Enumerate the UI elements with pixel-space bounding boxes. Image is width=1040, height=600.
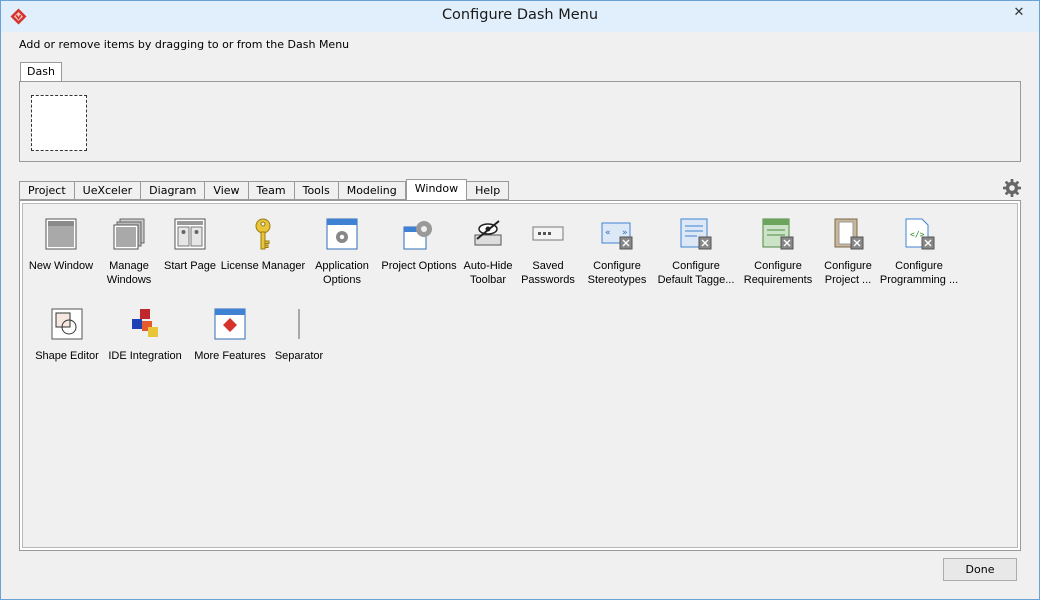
license-key-icon (255, 218, 271, 250)
configure-stereotypes-icon: « » (601, 222, 633, 250)
ide-integration-icon (132, 309, 158, 337)
tab-view[interactable]: View (205, 181, 249, 200)
application-options-icon (326, 218, 358, 250)
item-separator[interactable]: Separator (273, 307, 325, 363)
item-manage-windows[interactable]: Manage Windows (97, 217, 161, 287)
svg-text:«: « (605, 228, 611, 238)
item-configure-programming[interactable]: </> Configure Programming ... (879, 217, 959, 287)
item-ide-integration[interactable]: IDE Integration (103, 307, 187, 363)
tab-help[interactable]: Help (467, 181, 510, 200)
item-more-features[interactable]: More Features (187, 307, 273, 363)
dash-menu-panel[interactable] (19, 81, 1021, 162)
dash-drop-placeholder[interactable] (31, 95, 87, 151)
configure-requirements-icon (762, 218, 794, 250)
close-button[interactable]: ✕ (1003, 1, 1035, 23)
configure-programming-icon: </> (905, 218, 935, 250)
item-configure-project[interactable]: Configure Project ... (817, 217, 879, 287)
tab-modeling[interactable]: Modeling (338, 181, 406, 200)
item-shape-editor[interactable]: Shape Editor (31, 307, 103, 363)
tab-window[interactable]: Window (405, 179, 468, 200)
item-application-options[interactable]: Application Options (307, 217, 377, 287)
gear-icon[interactable] (1002, 178, 1022, 198)
category-tabs: Project UeXceler Diagram View Team Tools… (19, 179, 510, 200)
start-page-icon (174, 218, 206, 250)
tab-team[interactable]: Team (248, 181, 295, 200)
item-start-page[interactable]: Start Page (161, 217, 219, 273)
configure-tagged-values-icon (680, 218, 712, 250)
title-bar[interactable]: Configure Dash Menu ✕ (1, 1, 1039, 32)
dialog-content: Add or remove items by dragging to or fr… (9, 32, 1032, 593)
item-project-options[interactable]: Project Options (377, 217, 461, 273)
tab-uexceler[interactable]: UeXceler (74, 181, 142, 200)
item-new-window[interactable]: New Window (25, 217, 97, 273)
new-window-icon (45, 218, 77, 250)
tab-diagram[interactable]: Diagram (141, 181, 206, 200)
shape-editor-icon (51, 308, 83, 340)
tab-dash[interactable]: Dash (20, 62, 62, 81)
saved-passwords-icon (532, 226, 564, 241)
done-button[interactable]: Done (943, 558, 1017, 581)
manage-windows-icon (113, 218, 145, 250)
item-saved-passwords[interactable]: Saved Passwords (515, 217, 581, 287)
window-title: Configure Dash Menu (441, 7, 599, 23)
instruction-text: Add or remove items by dragging to or fr… (19, 38, 350, 51)
item-configure-requirements[interactable]: Configure Requirements (739, 217, 817, 287)
available-items-grid: New Window Manage Windows Start Page Lic… (22, 203, 1018, 548)
item-configure-default-tagged-values[interactable]: Configure Default Tagge... (653, 217, 739, 287)
more-features-icon (214, 308, 246, 340)
tab-tools[interactable]: Tools (294, 181, 339, 200)
available-items-panel: New Window Manage Windows Start Page Lic… (19, 200, 1021, 551)
close-icon: ✕ (1013, 4, 1025, 20)
project-options-icon (403, 221, 432, 250)
auto-hide-toolbar-icon (474, 220, 502, 246)
configure-dash-menu-dialog: Configure Dash Menu ✕ Add or remove item… (0, 0, 1040, 600)
item-configure-stereotypes[interactable]: « » Configure Stereotypes (581, 217, 653, 287)
configure-project-icon (834, 218, 864, 250)
item-auto-hide-toolbar[interactable]: Auto-Hide Toolbar (461, 217, 515, 287)
item-license-manager[interactable]: License Manager (219, 217, 307, 273)
separator-icon (298, 309, 300, 339)
tab-project[interactable]: Project (19, 181, 75, 200)
